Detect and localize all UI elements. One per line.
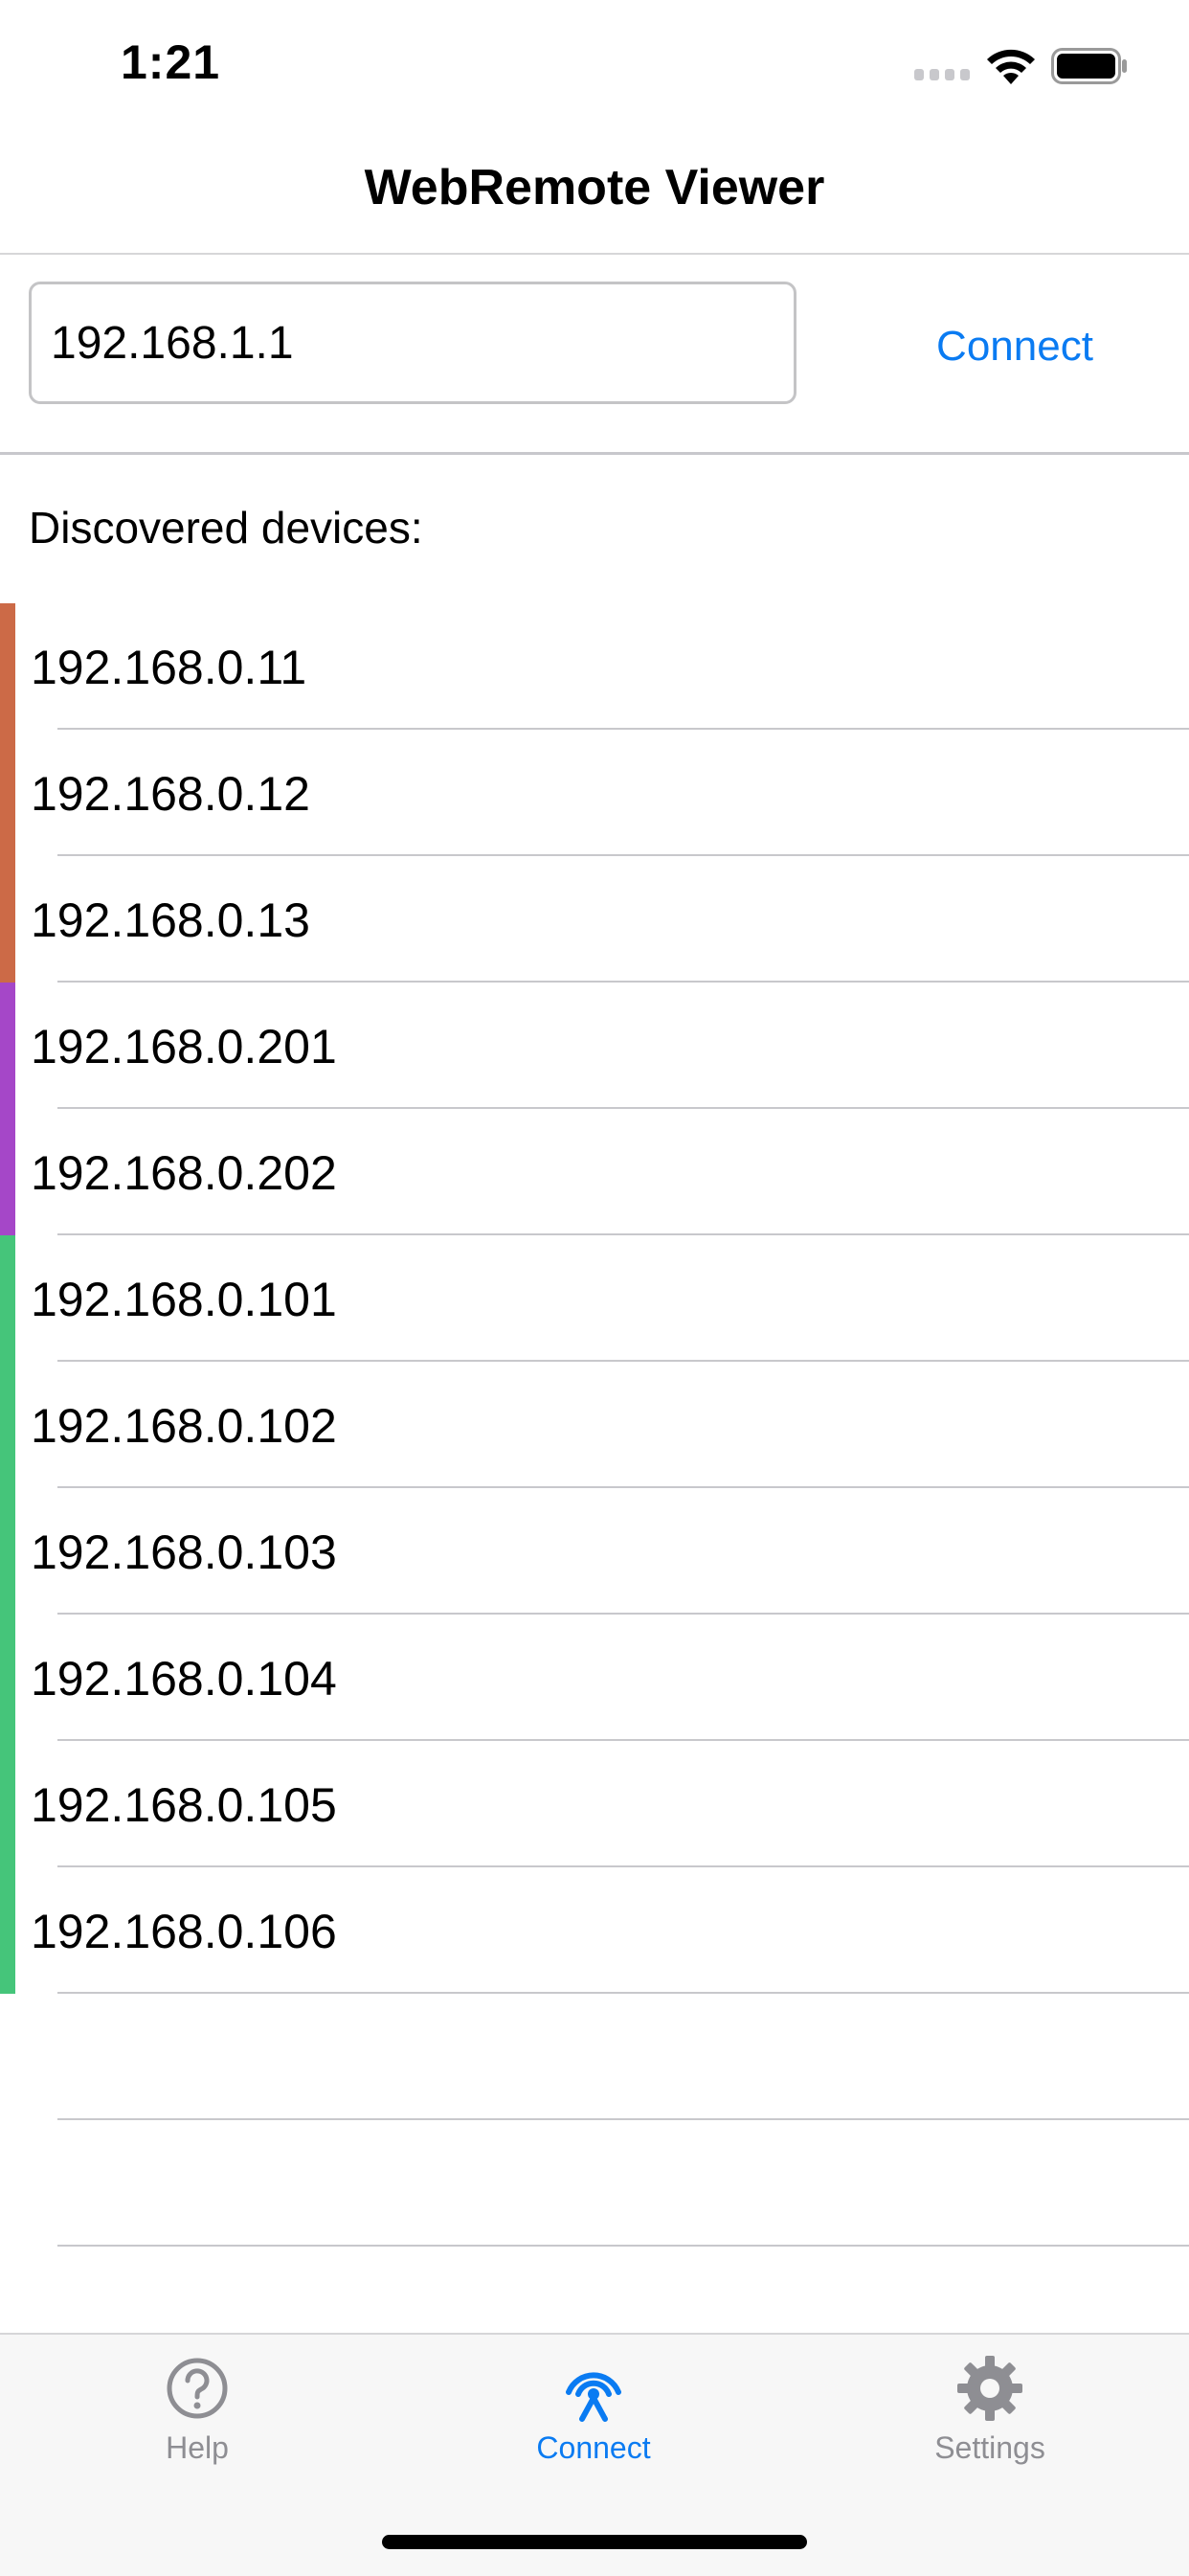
device-ip-label: 192.168.0.13 — [31, 893, 310, 947]
tab-help[interactable]: Help — [54, 2352, 341, 2496]
device-ip-label: 192.168.0.101 — [31, 1273, 337, 1326]
ip-address-input[interactable] — [29, 282, 796, 404]
device-group-color-bar — [0, 983, 15, 1109]
device-ip-label: 192.168.0.105 — [31, 1778, 337, 1832]
device-group-color-bar — [0, 1615, 15, 1741]
device-row[interactable]: 192.168.0.105 — [0, 1741, 1189, 1867]
discovered-devices-label: Discovered devices: — [29, 503, 423, 553]
device-group-color-bar — [0, 856, 15, 983]
device-row[interactable]: 192.168.0.101 — [0, 1235, 1189, 1362]
device-group-color-bar — [0, 1867, 15, 1994]
antenna-icon — [566, 2372, 621, 2422]
tab-bar: Help Connect Settings — [0, 2333, 1189, 2576]
device-group-color-bar — [0, 1235, 15, 1362]
device-row[interactable]: 192.168.0.201 — [0, 983, 1189, 1109]
home-indicator — [382, 2535, 807, 2549]
device-row[interactable]: 192.168.0.12 — [0, 730, 1189, 856]
device-row[interactable]: 192.168.0.11 — [0, 603, 1189, 730]
device-group-color-bar — [0, 603, 15, 730]
device-row[interactable]: 192.168.0.104 — [0, 1615, 1189, 1741]
device-group-color-bar — [0, 1488, 15, 1615]
device-ip-label: 192.168.0.106 — [31, 1905, 337, 1958]
device-group-color-bar — [0, 730, 15, 856]
device-row[interactable]: 192.168.0.103 — [0, 1488, 1189, 1615]
tab-connect-label: Connect — [536, 2430, 651, 2465]
wifi-icon — [987, 49, 1035, 84]
connect-row: Connect — [0, 255, 1189, 455]
device-ip-label: 192.168.0.12 — [31, 767, 310, 821]
device-group-color-bar — [0, 1362, 15, 1488]
device-ip-label: 192.168.0.202 — [31, 1146, 337, 1200]
tab-connect[interactable]: Connect — [450, 2352, 737, 2496]
device-row[interactable]: 192.168.0.106 — [0, 1867, 1189, 1994]
row-separator — [57, 2245, 1189, 2247]
tab-settings[interactable]: Settings — [846, 2352, 1133, 2496]
empty-list-row — [0, 2120, 1189, 2247]
device-ip-label: 192.168.0.103 — [31, 1525, 337, 1579]
page-title: WebRemote Viewer — [364, 160, 825, 215]
tab-help-label: Help — [166, 2430, 229, 2465]
gear-icon — [957, 2356, 1022, 2421]
help-icon — [167, 2358, 228, 2419]
status-bar: 1:21 — [0, 0, 1189, 126]
device-row[interactable]: 192.168.0.202 — [0, 1109, 1189, 1235]
device-row[interactable]: 192.168.0.13 — [0, 856, 1189, 983]
cellular-signal-icon — [914, 69, 970, 80]
device-ip-label: 192.168.0.102 — [31, 1399, 337, 1453]
battery-icon — [1051, 48, 1127, 84]
tab-settings-label: Settings — [934, 2430, 1045, 2465]
device-ip-label: 192.168.0.104 — [31, 1652, 337, 1706]
device-list: 192.168.0.11 192.168.0.12 192.168.0.13 1… — [0, 603, 1189, 2247]
device-ip-label: 192.168.0.201 — [31, 1020, 337, 1073]
device-ip-label: 192.168.0.11 — [31, 641, 307, 694]
empty-list-row — [0, 1994, 1189, 2120]
connect-button[interactable]: Connect — [900, 312, 1130, 381]
device-group-color-bar — [0, 1741, 15, 1867]
navigation-bar: WebRemote Viewer — [0, 126, 1189, 255]
status-time: 1:21 — [121, 35, 221, 89]
device-row[interactable]: 192.168.0.102 — [0, 1362, 1189, 1488]
device-group-color-bar — [0, 1109, 15, 1235]
